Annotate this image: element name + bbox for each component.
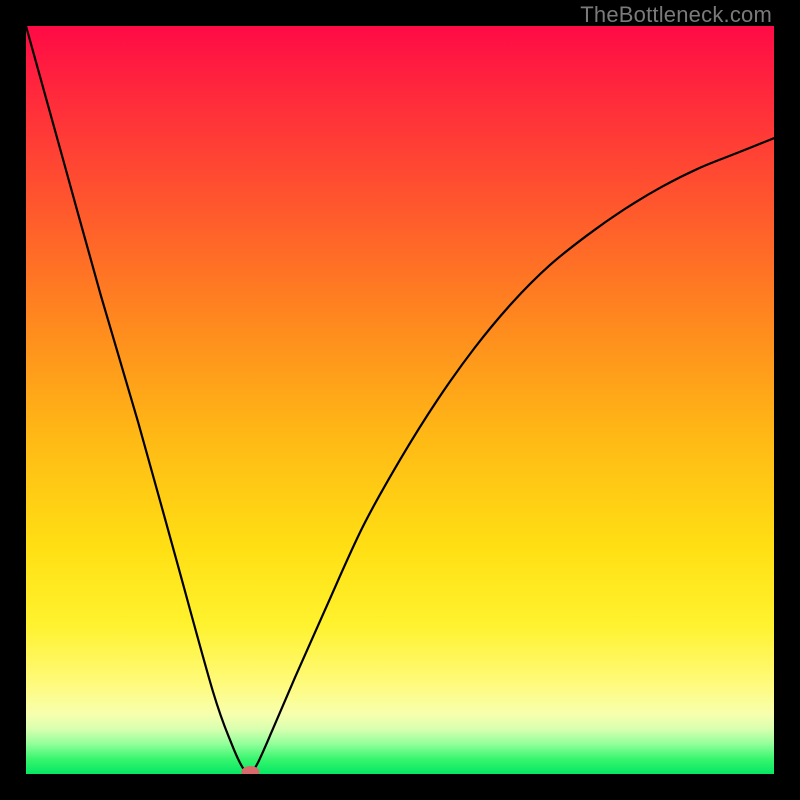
chart-svg	[26, 26, 774, 774]
watermark-text: TheBottleneck.com	[580, 2, 772, 28]
plot-area	[26, 26, 774, 774]
curve-right-branch	[250, 138, 774, 774]
chart-frame: TheBottleneck.com	[0, 0, 800, 800]
curve-left-branch	[26, 26, 250, 774]
